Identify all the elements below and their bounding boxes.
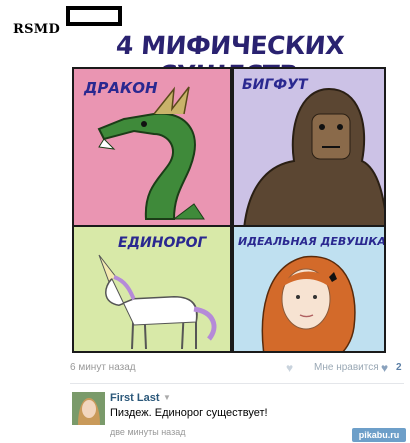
heart-icon[interactable]: ♥	[381, 361, 388, 375]
watermark-pikabu: pikabu.ru	[352, 428, 406, 442]
divider	[70, 383, 404, 384]
like-button[interactable]: Мне нравится	[314, 362, 379, 373]
panel-dragon: ДРАКОН	[72, 67, 232, 227]
panel-label-bigfoot: БИГФУТ	[242, 77, 308, 93]
comment-text: Пиздеж. Единорог существует!	[110, 407, 268, 419]
panel-unicorn: ЕДИНОРОГ	[72, 225, 232, 353]
comic-image[interactable]: 4 МИФИЧЕСКИХ СУЩЕСТВ ДРАКОН БИГФУТ ЕДИНО…	[70, 27, 388, 357]
panel-ideal-girl: ИДЕАЛЬНАЯ ДЕВУШКА	[232, 225, 386, 353]
post-time[interactable]: 6 минут назад	[70, 362, 136, 373]
avatar[interactable]	[72, 392, 105, 425]
avatar-image	[72, 392, 105, 425]
panel-label-dragon: ДРАКОН	[84, 79, 158, 97]
panel-label-unicorn: ЕДИНОРОГ	[118, 235, 207, 251]
triangle-down-icon[interactable]: ▼	[163, 393, 171, 402]
post-meta-row: 6 минут назад ♥ Мне нравится ♥ 2	[70, 361, 404, 376]
redacted-box	[66, 6, 122, 26]
comment-time[interactable]: две минуты назад	[110, 427, 185, 437]
heart-outline-icon[interactable]: ♥	[286, 361, 293, 375]
watermark-rsmd: RSMD	[13, 22, 61, 37]
panel-bigfoot: БИГФУТ	[232, 67, 386, 227]
like-count: 2	[396, 362, 402, 373]
panel-label-ideal-girl: ИДЕАЛЬНАЯ ДЕВУШКА	[238, 235, 386, 248]
comment-author[interactable]: First Last	[110, 392, 160, 404]
